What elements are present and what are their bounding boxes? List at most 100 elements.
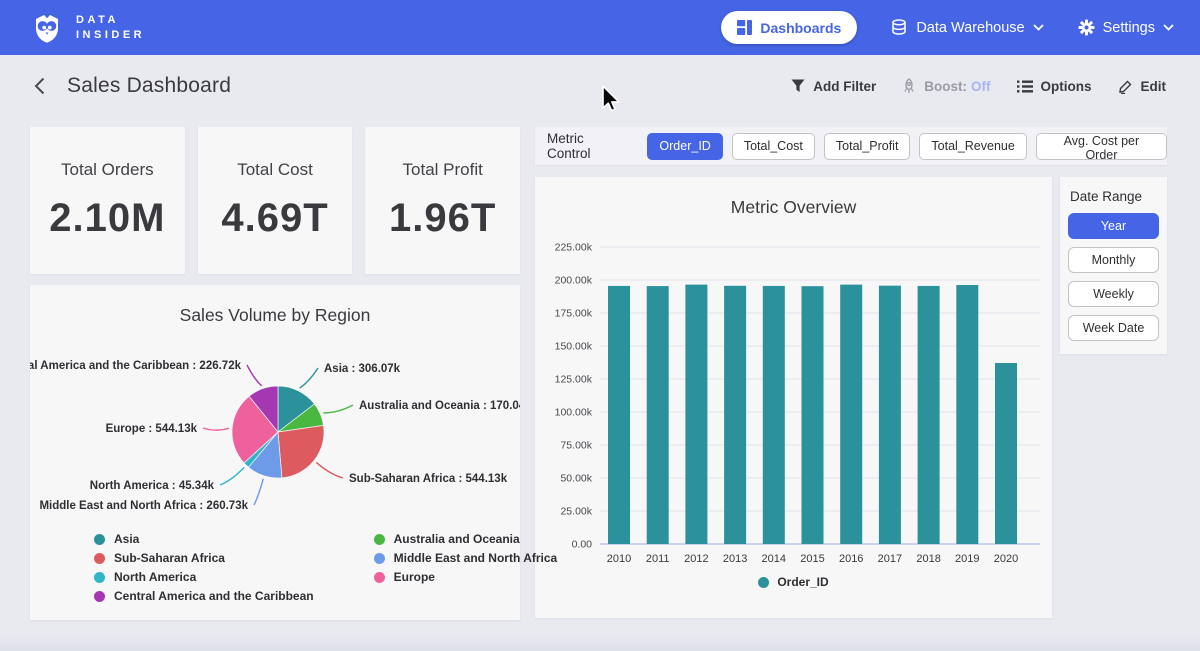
metric-option-total-cost[interactable]: Total_Cost — [732, 133, 815, 160]
settings-menu[interactable]: Settings — [1078, 19, 1174, 36]
kpi-value: 1.96T — [389, 196, 496, 241]
brand-line1: DATA — [76, 14, 145, 26]
bar-2014[interactable] — [763, 286, 785, 544]
bar-2013[interactable] — [724, 286, 746, 544]
database-icon — [891, 19, 908, 36]
sales-volume-card: Sales Volume by Region Asia : 306.07k Aus… — [30, 285, 520, 620]
kpi-label: Total Cost — [237, 160, 313, 180]
pie-callout-line — [220, 467, 244, 485]
data-warehouse-menu[interactable]: Data Warehouse — [891, 19, 1043, 36]
legend-dot — [758, 577, 769, 588]
legend-item[interactable]: Australia and Oceania — [374, 532, 558, 546]
pie-callout-line — [247, 365, 262, 386]
kpi-value: 2.10M — [49, 196, 165, 241]
kpi-label: Total Profit — [403, 160, 483, 180]
legend-label: Asia — [114, 532, 139, 546]
pie-callout-label: Australia and Oceania : 170.04k — [359, 400, 520, 412]
boost-state: Off — [971, 79, 991, 94]
brand-line2: INSIDER — [76, 29, 145, 41]
owl-logo-icon — [30, 11, 64, 44]
y-tick-label: 225.00k — [555, 242, 593, 254]
y-tick-label: 175.00k — [555, 308, 593, 320]
pie-callout-line — [300, 368, 318, 388]
filter-icon — [791, 79, 805, 93]
y-tick-label: 150.00k — [555, 341, 593, 353]
x-tick-label: 2018 — [916, 553, 940, 565]
data-warehouse-label: Data Warehouse — [916, 20, 1024, 36]
x-tick-label: 2010 — [607, 553, 631, 565]
date-range-card: Date Range YearMonthlyWeeklyWeek Date — [1060, 177, 1167, 354]
settings-label: Settings — [1103, 20, 1155, 36]
y-tick-label: 125.00k — [555, 374, 593, 386]
bar-2020[interactable] — [995, 363, 1017, 544]
legend-dot — [94, 553, 105, 564]
add-filter-button[interactable]: Add Filter — [791, 79, 876, 94]
kpi-card: Total Cost4.69T — [198, 127, 353, 274]
legend-item[interactable]: Asia — [94, 532, 314, 546]
date-range-option-monthly[interactable]: Monthly — [1068, 247, 1159, 273]
dashboards-label: Dashboards — [760, 20, 841, 36]
pie-callout-line — [203, 428, 229, 430]
legend-item[interactable]: Central America and the Caribbean — [94, 589, 314, 603]
sales-dashboard-page: DATA INSIDER Dashboards — [0, 0, 1200, 651]
x-tick-label: 2019 — [955, 553, 979, 565]
pie-chart-title: Sales Volume by Region — [30, 285, 520, 326]
legend-label: Order_ID — [777, 575, 828, 589]
metric-option-avg-cost-per-order[interactable]: Avg. Cost per Order — [1036, 133, 1167, 160]
options-button[interactable]: Options — [1017, 79, 1092, 94]
date-range-option-weekly[interactable]: Weekly — [1068, 281, 1159, 307]
legend-dot — [374, 553, 385, 564]
rocket-icon — [902, 78, 916, 94]
metric-control-label: Metric Control — [547, 131, 630, 161]
metric-overview-card: Metric Overview 0.0025.00k50.00k75.00k10… — [535, 177, 1052, 618]
pie-callout-label: Central America and the Caribbean : 226.… — [30, 360, 242, 372]
dashboards-button[interactable]: Dashboards — [721, 11, 857, 44]
pie-slice-sub-saharan-africa[interactable] — [278, 425, 324, 477]
kpi-label: Total Orders — [61, 160, 154, 180]
chevron-down-icon — [1033, 24, 1044, 31]
date-range-option-year[interactable]: Year — [1068, 213, 1159, 239]
kpi-card: Total Profit 1.96T — [365, 127, 520, 274]
back-button[interactable] — [34, 77, 45, 95]
kpi-row: Total Orders2.10MTotal Cost4.69TTotal Pr… — [30, 127, 520, 274]
legend-item[interactable]: Europe — [374, 570, 558, 584]
bar-2018[interactable] — [918, 286, 940, 544]
boost-toggle[interactable]: Boost: Off — [902, 78, 990, 94]
legend-dot — [94, 534, 105, 545]
legend-dot — [374, 534, 385, 545]
legend-column: Australia and Oceania Middle East and Nor… — [374, 532, 558, 603]
metric-control-buttons: Order_ID Total_Cost Total_Profit Total_Reve… — [647, 133, 1167, 160]
bar-2019[interactable] — [956, 285, 978, 544]
legend-column: Asia Sub-Saharan Africa North America Centr… — [94, 532, 314, 603]
bottom-fade — [0, 635, 1200, 651]
date-range-option-week-date[interactable]: Week Date — [1068, 315, 1159, 341]
legend-item[interactable]: Sub-Saharan Africa — [94, 551, 314, 565]
bar-2016[interactable] — [840, 285, 862, 544]
metric-option-total-profit[interactable]: Total_Profit — [824, 133, 911, 160]
x-tick-label: 2016 — [839, 553, 863, 565]
bar-chart-legend[interactable]: Order_ID — [535, 575, 1052, 589]
legend-item[interactable]: North America — [94, 570, 314, 584]
legend-label: Australia and Oceania — [394, 532, 520, 546]
brand-logo[interactable]: DATA INSIDER — [30, 11, 145, 44]
metric-option-order-id[interactable]: Order_ID — [647, 133, 722, 160]
x-tick-label: 2017 — [878, 553, 902, 565]
legend-dot — [94, 591, 105, 602]
bar-2012[interactable] — [685, 285, 707, 544]
legend-item[interactable]: Middle East and North Africa — [374, 551, 558, 565]
pie-callout-line — [316, 462, 343, 478]
bar-chart-title: Metric Overview — [535, 177, 1052, 218]
y-tick-label: 100.00k — [555, 407, 593, 419]
edit-button[interactable]: Edit — [1118, 79, 1167, 94]
metric-option-total-revenue[interactable]: Total_Revenue — [919, 133, 1026, 160]
y-tick-label: 75.00k — [560, 440, 592, 452]
metric-control-strip: Metric Control Order_ID Total_Cost Total_P… — [535, 127, 1167, 165]
bar-2010[interactable] — [608, 286, 630, 544]
dashboards-icon — [737, 20, 752, 35]
pie-callout-label: Asia : 306.07k — [324, 363, 401, 375]
bar-2015[interactable] — [802, 286, 824, 544]
bar-2011[interactable] — [647, 286, 669, 544]
bar-2017[interactable] — [879, 286, 901, 544]
pie-callout-label: Sub-Saharan Africa : 544.13k — [349, 473, 508, 485]
pie-chart: Asia : 306.07k Australia and Oceania : 17… — [30, 333, 520, 528]
